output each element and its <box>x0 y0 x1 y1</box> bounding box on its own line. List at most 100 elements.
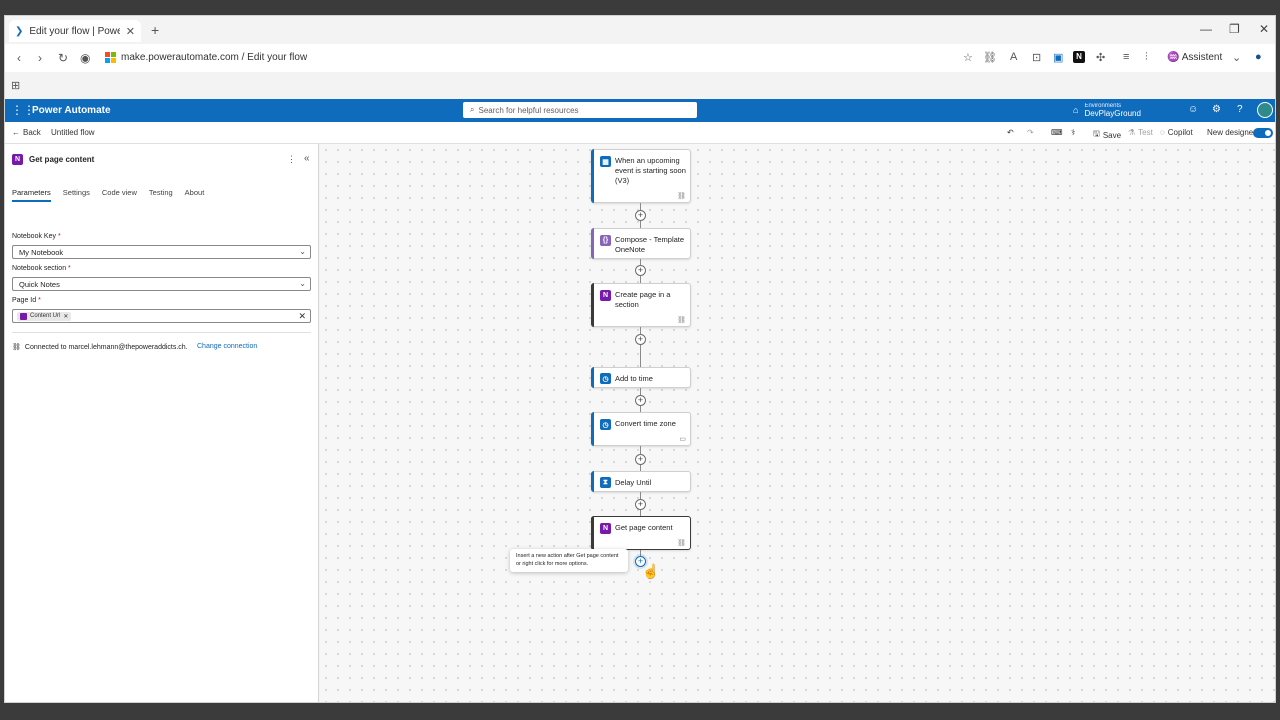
link-icon: ⛓ <box>677 193 686 200</box>
add-step-plus-icon[interactable]: + <box>635 395 646 406</box>
profile-globe-icon[interactable]: ● <box>1255 51 1262 63</box>
reload-icon[interactable]: ↻ <box>58 51 68 65</box>
tab-testing[interactable]: Testing <box>149 188 173 202</box>
restore-icon[interactable]: ❐ <box>1229 22 1240 36</box>
change-connection-link[interactable]: Change connection <box>197 343 257 350</box>
notebook-section-label: Notebook section * <box>12 265 71 272</box>
microsoft-logo-icon <box>105 52 116 63</box>
app-title[interactable]: Power Automate <box>32 105 111 116</box>
apps-grid-icon[interactable]: ⊞ <box>11 79 20 92</box>
avatar[interactable] <box>1257 102 1273 118</box>
environment-picker[interactable]: ⌂ Environments DevPlayGround <box>1073 102 1141 118</box>
puzzle-icon[interactable]: ✣ <box>1096 51 1105 64</box>
tab-parameters[interactable]: Parameters <box>12 188 51 202</box>
flow-checker-icon[interactable]: ⚕ <box>1071 128 1075 137</box>
page-id-field[interactable]: Content Url ✕ ✕ <box>12 309 311 323</box>
flow-name[interactable]: Untitled flow <box>51 128 95 137</box>
minimize-icon[interactable]: — <box>1200 22 1212 36</box>
search-placeholder: Search for helpful resources <box>478 105 579 115</box>
connector-line <box>640 327 641 367</box>
smiley-icon[interactable]: ☺ <box>1188 104 1198 115</box>
onenote-icon: N <box>12 154 23 165</box>
flow-step-compose[interactable]: {} Compose - Template OneNote <box>591 228 691 259</box>
browser-tab[interactable]: ❯ Edit your flow | Power Automate ✕ <box>9 20 141 42</box>
save-button[interactable]: 🖫 Save <box>1093 128 1121 142</box>
add-step-plus-icon[interactable]: + <box>635 210 646 221</box>
link-icon: ⛓ <box>677 540 686 547</box>
tab-code-view[interactable]: Code view <box>102 188 137 202</box>
add-step-plus-icon[interactable]: + <box>635 499 646 510</box>
tab-about[interactable]: About <box>185 188 205 202</box>
panel-tabs: Parameters Settings Code view Testing Ab… <box>12 188 204 202</box>
add-step-plus-icon[interactable]: + <box>635 454 646 465</box>
help-icon[interactable]: ? <box>1237 104 1243 115</box>
back-button[interactable]: ← Back <box>12 128 41 137</box>
panel-title[interactable]: Get page content <box>29 155 94 164</box>
favorite-star-icon[interactable]: ☆ <box>963 51 973 64</box>
compose-icon: {} <box>600 235 611 246</box>
address-bar-row: ‹ › ↻ ◉ make.powerautomate.com / Edit yo… <box>5 44 1275 72</box>
comment-icon: ▭ <box>679 436 686 443</box>
step-title: Compose - Template OneNote <box>615 235 685 254</box>
link-icon[interactable]: ⛓ <box>983 51 997 64</box>
clock-icon: ◷ <box>600 373 611 384</box>
back-arrow-icon[interactable]: ‹ <box>17 51 21 65</box>
clear-field-icon[interactable]: ✕ <box>298 311 306 322</box>
browser-window: ❯ Edit your flow | Power Automate ✕ + — … <box>4 15 1276 703</box>
onenote-token-icon <box>20 312 27 320</box>
flow-step-create-page[interactable]: N Create page in a section ⛓ <box>591 283 691 327</box>
collapse-panel-icon[interactable]: « <box>304 153 310 164</box>
flow-step-trigger[interactable]: ▦ When an upcoming event is starting soo… <box>591 149 691 203</box>
comment-icon[interactable]: ⌨ <box>1051 128 1063 137</box>
step-title: Create page in a section <box>615 290 671 309</box>
tab-settings[interactable]: Settings <box>63 188 90 202</box>
new-tab-icon[interactable]: + <box>151 22 159 38</box>
audio-wave-icon[interactable]: ⫶ <box>1145 51 1148 64</box>
screenshot-icon[interactable]: ⊡ <box>1032 51 1041 64</box>
step-title: Delay Until <box>615 478 652 487</box>
action-details-panel: N Get page content ⋮ « Parameters Settin… <box>5 144 319 702</box>
flow-step-add-to-time[interactable]: ◷ Add to time <box>591 367 691 388</box>
test-button[interactable]: ⚗ Test <box>1128 128 1153 137</box>
close-window-icon[interactable]: ✕ <box>1259 22 1269 36</box>
environment-name: DevPlayGround <box>1084 109 1141 118</box>
add-step-plus-icon[interactable]: + <box>635 334 646 345</box>
notebook-key-dropdown[interactable]: My Notebook ⌄ <box>12 245 311 259</box>
chevron-down-icon[interactable]: ⌄ <box>1232 51 1241 64</box>
flow-step-delay-until[interactable]: ⧗ Delay Until <box>591 471 691 492</box>
translate-icon[interactable]: A <box>1010 51 1017 63</box>
new-designer-toggle[interactable] <box>1253 128 1273 138</box>
flow-step-get-page-content[interactable]: N Get page content ⛓ <box>591 516 691 550</box>
connection-link-icon: ⛓ <box>12 344 21 351</box>
tab-close-icon[interactable]: ✕ <box>126 25 135 38</box>
copilot-button[interactable]: ◌ Copilot <box>1160 128 1193 137</box>
step-title: Convert time zone <box>615 419 676 428</box>
redo-icon[interactable]: ↷ <box>1027 128 1034 137</box>
flow-step-convert-time-zone[interactable]: ◷ Convert time zone ▭ <box>591 412 691 446</box>
microphone-icon[interactable]: ◉ <box>80 51 90 65</box>
remove-token-icon[interactable]: ✕ <box>63 313 68 320</box>
timer-icon: ⧗ <box>600 477 611 488</box>
forward-arrow-icon[interactable]: › <box>38 51 42 65</box>
save-icon: 🖫 <box>1093 129 1100 138</box>
search-input[interactable]: ⌕ Search for helpful resources <box>463 102 697 118</box>
notebook-section-dropdown[interactable]: Quick Notes ⌄ <box>12 277 311 291</box>
add-step-plus-icon[interactable]: + <box>635 265 646 276</box>
flow-canvas[interactable]: ▦ When an upcoming event is starting soo… <box>320 144 1275 702</box>
menu-lines-icon[interactable]: ≡ <box>1123 51 1129 63</box>
notion-extension-icon[interactable]: N <box>1073 51 1085 63</box>
calendar-icon: ▦ <box>600 156 611 167</box>
arrow-left-icon: ← <box>12 128 20 137</box>
chevron-down-icon: ⌄ <box>299 247 306 256</box>
extension-icon[interactable]: ▣ <box>1053 51 1063 64</box>
insert-action-tooltip: Insert a new action after Get page conte… <box>510 549 628 572</box>
assistant-button[interactable]: ♒ Assistent <box>1167 52 1222 63</box>
page-id-label: Page Id * <box>12 297 41 304</box>
gear-icon[interactable]: ⚙ <box>1212 104 1221 115</box>
url-field[interactable]: make.powerautomate.com / Edit your flow <box>105 52 307 63</box>
step-title: Add to time <box>615 374 653 383</box>
more-options-icon[interactable]: ⋮ <box>287 154 296 165</box>
content-url-token[interactable]: Content Url ✕ <box>17 311 72 321</box>
divider <box>12 332 311 333</box>
undo-icon[interactable]: ↶ <box>1007 128 1014 137</box>
